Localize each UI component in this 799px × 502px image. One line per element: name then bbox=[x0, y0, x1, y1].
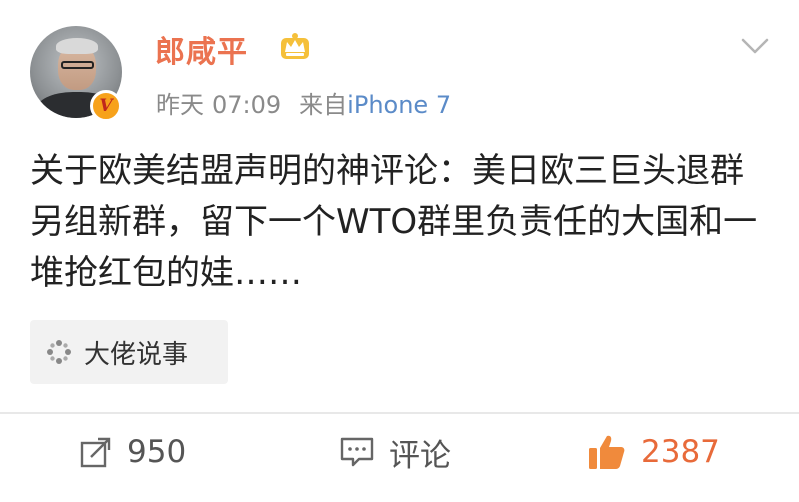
like-button[interactable]: 2387 bbox=[587, 424, 720, 480]
post-day: 昨天 bbox=[156, 91, 204, 119]
comment-label: 评论 bbox=[389, 437, 451, 474]
topic-tag[interactable]: 大佬说事 bbox=[30, 320, 228, 384]
chevron-down-icon[interactable] bbox=[740, 36, 770, 56]
weibo-post-card: V 郎咸平 昨天 07:09 来自iPhone 7 关于欧美结盟声明的神评论：美日欧… bbox=[0, 0, 799, 502]
dots-icon bbox=[47, 340, 71, 364]
crown-icon[interactable] bbox=[278, 30, 312, 62]
avatar-hair bbox=[56, 38, 98, 54]
post-meta: 昨天 07:09 来自iPhone 7 bbox=[156, 85, 451, 120]
divider bbox=[0, 412, 799, 414]
source-link[interactable]: iPhone 7 bbox=[347, 91, 451, 119]
avatar-glasses bbox=[61, 61, 94, 69]
repost-count: 950 bbox=[127, 434, 187, 470]
post-time: 07:09 bbox=[212, 91, 282, 119]
thumbs-up-icon bbox=[589, 435, 625, 469]
post-text: 关于欧美结盟声明的神评论：美日欧三巨头退群另组新群，留下一个WTO群里负责任的大… bbox=[30, 151, 758, 293]
repost-icon bbox=[80, 437, 111, 468]
author-name[interactable]: 郎咸平 bbox=[155, 27, 248, 71]
comment-icon bbox=[340, 437, 374, 467]
source-label: 来自 bbox=[299, 91, 348, 119]
comment-button[interactable]: 评论 bbox=[339, 424, 451, 480]
verified-badge-icon: V bbox=[90, 90, 122, 122]
like-count: 2387 bbox=[641, 434, 720, 470]
repost-button[interactable]: 950 bbox=[79, 424, 186, 480]
topic-tag-label: 大佬说事 bbox=[84, 339, 189, 370]
